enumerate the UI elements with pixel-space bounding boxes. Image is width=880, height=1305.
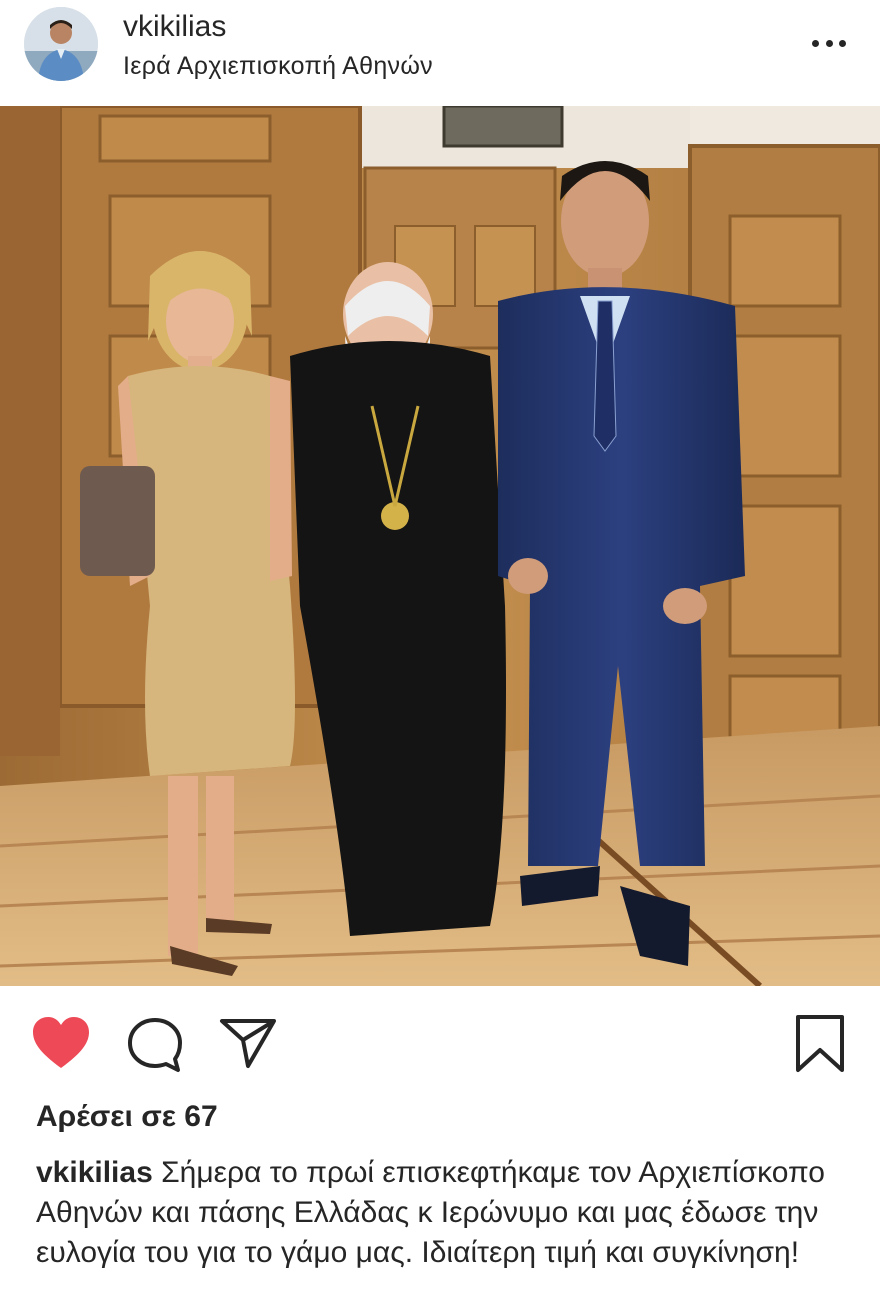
avatar-image	[24, 7, 98, 81]
location-link[interactable]: Ιερά Αρχιεπισκοπή Αθηνών	[123, 52, 433, 81]
post-photo[interactable]	[0, 106, 880, 986]
avatar[interactable]	[24, 7, 98, 81]
dot	[812, 39, 819, 47]
likes-count[interactable]: Αρέσει σε 67	[36, 1100, 218, 1134]
dot	[839, 39, 846, 47]
heart-icon[interactable]	[31, 1016, 91, 1072]
caption-username[interactable]: vkikilias	[36, 1156, 153, 1189]
username[interactable]: vkikilias	[123, 10, 226, 44]
share-icon[interactable]	[218, 1016, 278, 1070]
bookmark-icon[interactable]	[794, 1014, 846, 1074]
more-options-icon[interactable]	[812, 38, 846, 48]
post-header: vkikilias Ιερά Αρχιεπισκοπή Αθηνών	[0, 0, 880, 106]
action-bar	[0, 1000, 880, 1090]
caption-text: Σήμερα το πρωί επισκεφτήκαμε τον Αρχιεπί…	[36, 1156, 825, 1269]
dot	[825, 39, 833, 47]
caption: vkikilias Σήμερα το πρωί επισκεφτήκαμε τ…	[36, 1153, 846, 1273]
comment-icon[interactable]	[126, 1016, 184, 1074]
